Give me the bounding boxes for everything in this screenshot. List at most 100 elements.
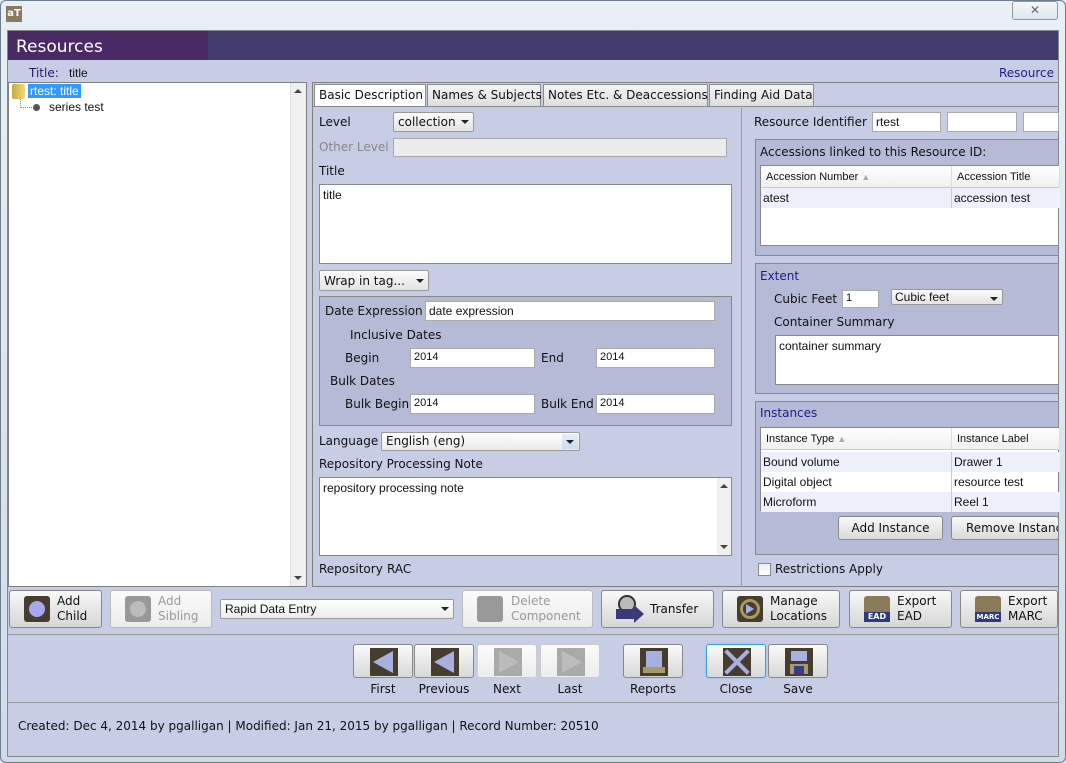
- report-document-icon: [640, 648, 668, 676]
- resource-identifier-2[interactable]: [947, 112, 1017, 132]
- marc-badge: MARC: [975, 612, 1001, 622]
- export-ead-button[interactable]: EAD Export EAD: [849, 590, 952, 628]
- sort-ascending-icon: ▲: [861, 172, 871, 182]
- reports-label: Reports: [629, 682, 677, 696]
- scroll-down-icon[interactable]: [720, 545, 728, 549]
- language-label: Language: [319, 434, 379, 448]
- scroll-up-icon[interactable]: [294, 89, 302, 93]
- container-summary-textarea[interactable]: container summary: [775, 335, 1059, 385]
- accession-title-column-header[interactable]: Accession Title: [952, 166, 1060, 188]
- accession-number-column-header[interactable]: Accession Number ▲: [761, 166, 952, 188]
- table-cell[interactable]: Digital object: [761, 472, 952, 492]
- save-button[interactable]: [768, 644, 828, 678]
- language-value: English (eng): [386, 434, 466, 448]
- column-header-label: Instance Type: [766, 433, 835, 445]
- table-cell[interactable]: Bound volume: [761, 452, 952, 472]
- add-sibling-line-2: Sibling: [158, 609, 199, 623]
- bulk-begin-input[interactable]: 2014: [410, 394, 535, 414]
- add-child-label: Add Child: [57, 594, 87, 624]
- accessions-title: Accessions linked to this Resource ID:: [760, 145, 987, 159]
- next-button: [477, 644, 537, 678]
- floppy-disk-icon: [785, 648, 813, 676]
- table-cell[interactable]: Microform: [761, 492, 952, 512]
- inclusive-dates-label: Inclusive Dates: [350, 328, 442, 342]
- repository-value: RAC: [387, 562, 412, 576]
- end-date-input[interactable]: 2014: [596, 348, 715, 368]
- instance-type-column-header[interactable]: Instance Type ▲: [761, 428, 952, 450]
- last-label: Last: [557, 682, 583, 696]
- date-expression-input[interactable]: date expression: [425, 301, 715, 321]
- instance-label-column-header[interactable]: Instance Label: [952, 428, 1060, 450]
- date-expression-label: Date Expression: [325, 304, 423, 318]
- repository-label: Repository: [319, 562, 383, 576]
- transfer-button[interactable]: Transfer: [601, 590, 714, 628]
- tab-names-subjects[interactable]: Names & Subjects: [427, 84, 542, 106]
- table-cell[interactable]: atest: [761, 188, 952, 208]
- tab-finding-aid-data[interactable]: Finding Aid Data: [709, 84, 814, 106]
- resource-identifier-1[interactable]: rtest: [872, 112, 941, 132]
- title-label: Title: [319, 164, 345, 178]
- bulk-end-input[interactable]: 2014: [596, 394, 715, 414]
- last-arrow-icon: [557, 648, 585, 676]
- delete-component-label: Delete Component: [511, 594, 581, 624]
- bulk-begin-label: Bulk Begin: [345, 397, 410, 411]
- component-tree[interactable]: [8, 82, 307, 587]
- scroll-down-icon[interactable]: [294, 576, 302, 580]
- scroll-up-icon[interactable]: [720, 484, 728, 488]
- folder-icon: [12, 84, 25, 99]
- add-child-button[interactable]: Add Child: [9, 590, 102, 628]
- tab-notes-deaccessions[interactable]: Notes Etc. & Deaccessions: [543, 84, 708, 106]
- cubic-feet-label: Cubic Feet: [774, 292, 838, 306]
- restrictions-checkbox[interactable]: [758, 563, 771, 576]
- resource-identifier-3[interactable]: [1023, 112, 1059, 132]
- repo-note-value: repository processing note: [323, 481, 464, 495]
- baby-face-icon: [24, 596, 50, 622]
- table-cell[interactable]: Drawer 1: [952, 452, 1060, 472]
- table-cell[interactable]: Reel 1: [952, 492, 1060, 512]
- first-button[interactable]: [353, 644, 413, 678]
- app-icon: aT: [6, 6, 22, 22]
- gift-box-icon: EAD: [864, 596, 890, 622]
- extent-type-select[interactable]: Cubic feet: [891, 289, 1003, 305]
- resource-link[interactable]: Resource: [999, 66, 1054, 80]
- wrap-in-tag-label: Wrap in tag...: [324, 274, 405, 288]
- export-marc-line-2: MARC: [1008, 609, 1043, 623]
- reports-button[interactable]: [623, 644, 683, 678]
- level-value: collection: [398, 115, 456, 129]
- add-sibling-button: Add Sibling: [110, 590, 212, 628]
- language-select[interactable]: English (eng): [381, 432, 580, 451]
- extent-number-input[interactable]: 1: [842, 290, 879, 308]
- repo-note-textarea[interactable]: repository processing note: [319, 477, 732, 556]
- add-instance-button[interactable]: Add Instance: [838, 516, 943, 540]
- tree-scrollbar[interactable]: [290, 83, 306, 586]
- other-level-input[interactable]: [393, 138, 727, 157]
- next-arrow-icon: [494, 648, 522, 676]
- add-child-line-2: Child: [57, 609, 88, 623]
- remove-instance-button[interactable]: Remove Instance: [951, 516, 1059, 540]
- tree-node-root[interactable]: rtest: title: [28, 84, 81, 98]
- rapid-data-entry-select[interactable]: Rapid Data Entry: [220, 599, 454, 619]
- manage-locations-button[interactable]: Manage Locations: [722, 590, 840, 628]
- export-marc-button[interactable]: MARC Export MARC: [960, 590, 1058, 628]
- level-select[interactable]: collection: [393, 112, 474, 132]
- chevron-down-icon: [416, 279, 424, 283]
- chevron-down-icon: [990, 297, 998, 301]
- begin-date-input[interactable]: 2014: [410, 348, 535, 368]
- previous-button[interactable]: [414, 644, 474, 678]
- tree-node-child[interactable]: series test: [49, 100, 104, 114]
- previous-label: Previous: [418, 682, 470, 696]
- language-dropdown-button[interactable]: [562, 434, 578, 449]
- close-button[interactable]: [706, 644, 766, 678]
- window-close-button[interactable]: ✕: [1012, 1, 1058, 20]
- title-textarea[interactable]: title: [319, 184, 732, 264]
- tab-basic-description[interactable]: Basic Description: [314, 84, 426, 107]
- delete-face-icon: [477, 596, 503, 622]
- nav-separator: [8, 702, 1058, 703]
- repo-note-scrollbar[interactable]: [717, 478, 731, 555]
- wrap-in-tag-dropdown[interactable]: Wrap in tag...: [319, 270, 429, 291]
- chevron-down-icon: [461, 120, 469, 124]
- table-cell[interactable]: resource test: [952, 472, 1060, 492]
- table-cell[interactable]: accession test: [952, 188, 1060, 208]
- toolbar-separator: [8, 634, 1058, 635]
- column-header-label: Accession Number: [766, 171, 859, 183]
